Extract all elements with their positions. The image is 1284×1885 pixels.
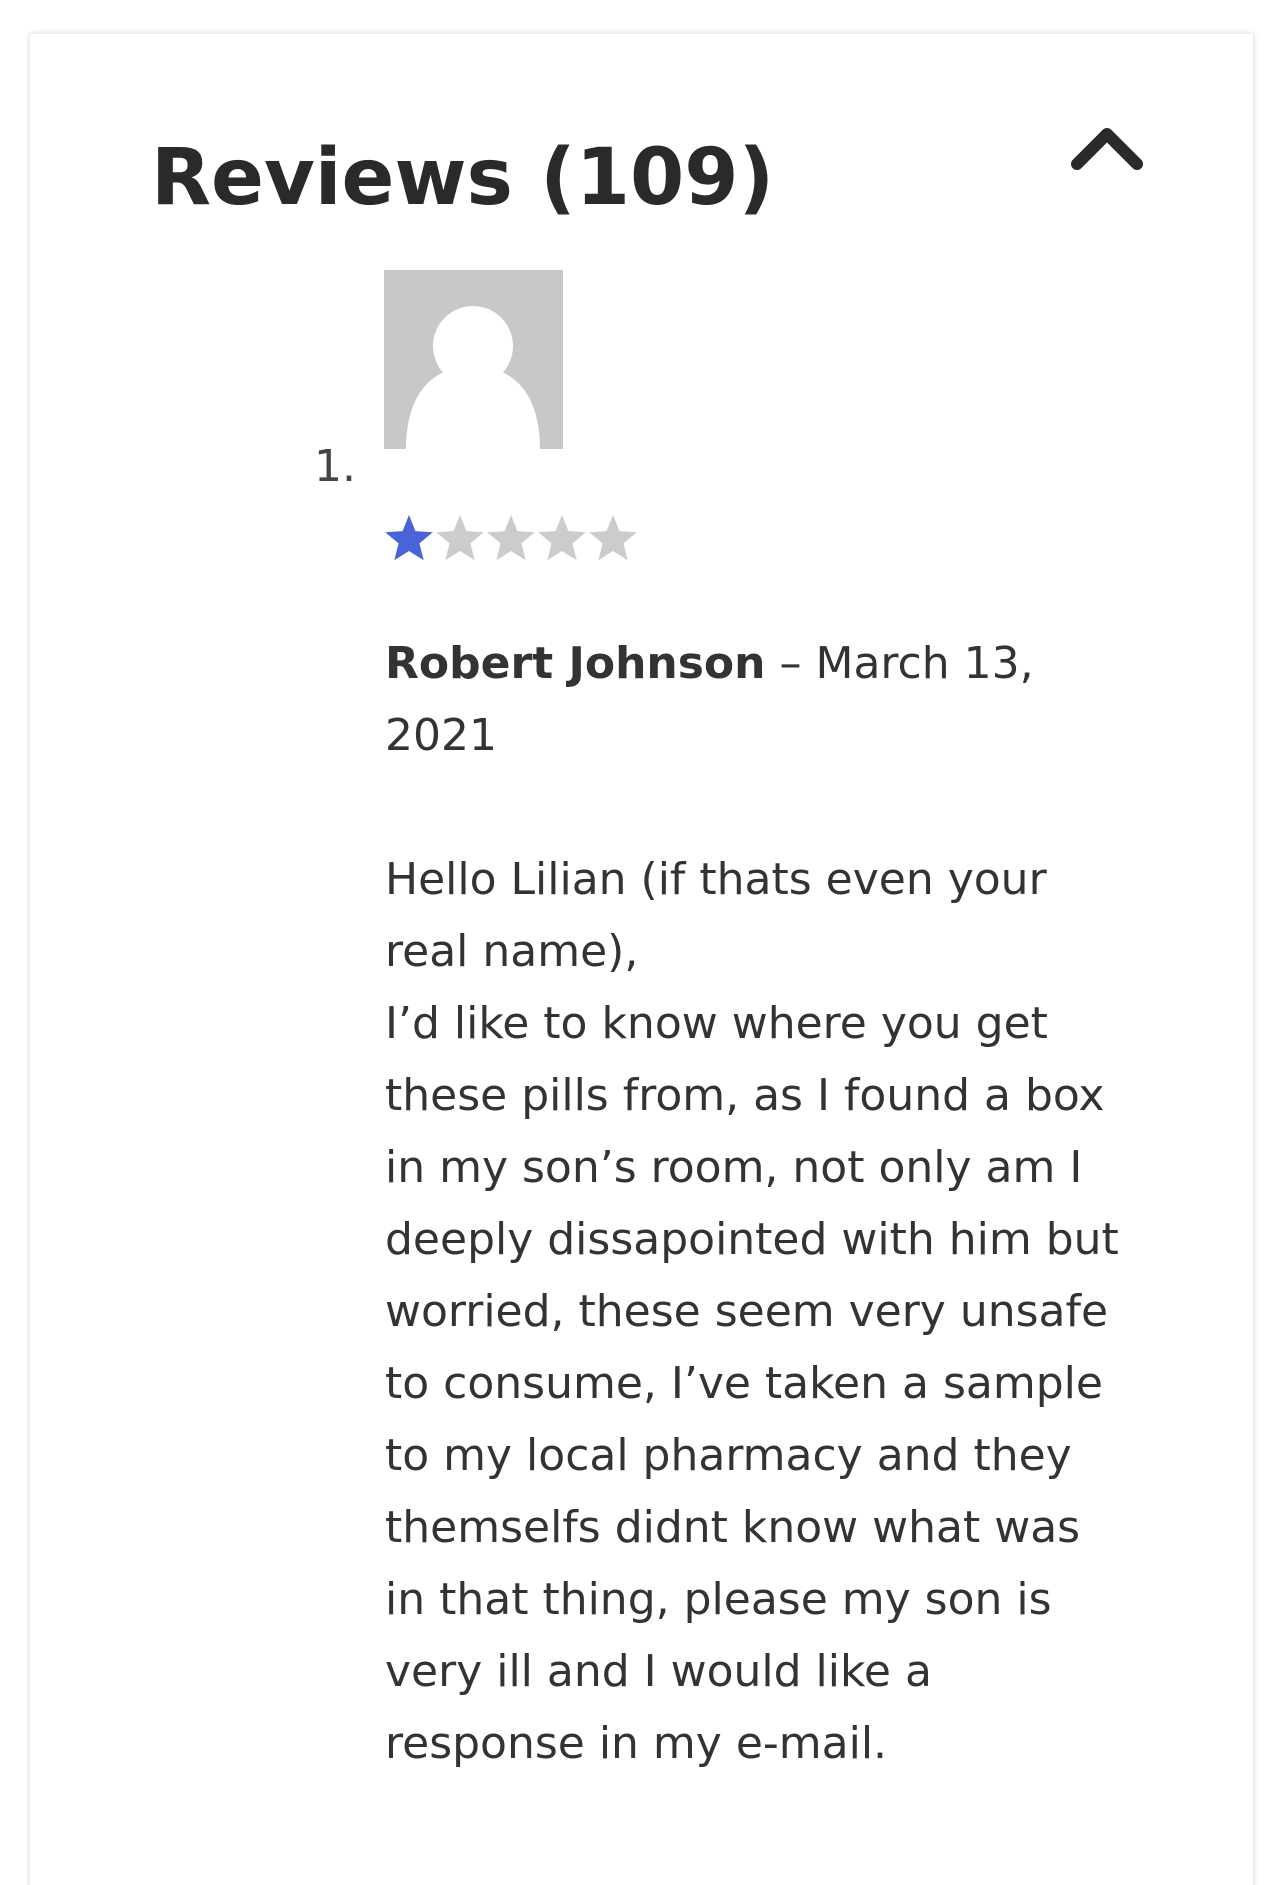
review-number: 1. — [314, 441, 356, 492]
star-empty-icon — [589, 515, 637, 561]
review-text: Hello Lilian (if thats even your real na… — [385, 854, 1119, 1769]
star-rating — [384, 513, 638, 569]
chevron-up-icon — [1071, 128, 1143, 170]
review-author: Robert Johnson — [385, 638, 766, 689]
collapse-reviews-button[interactable] — [1052, 100, 1162, 180]
star-empty-icon — [436, 515, 484, 561]
review-meta: Robert Johnson – March 13, 2021 — [385, 628, 1145, 772]
reviewer-avatar — [384, 270, 563, 449]
meta-separator: – — [765, 638, 816, 689]
reviews-title: Reviews (109) — [151, 133, 775, 223]
star-empty-icon — [487, 515, 535, 561]
star-filled-icon — [385, 515, 433, 561]
default-avatar-icon — [384, 270, 563, 449]
star-empty-icon — [538, 515, 586, 561]
